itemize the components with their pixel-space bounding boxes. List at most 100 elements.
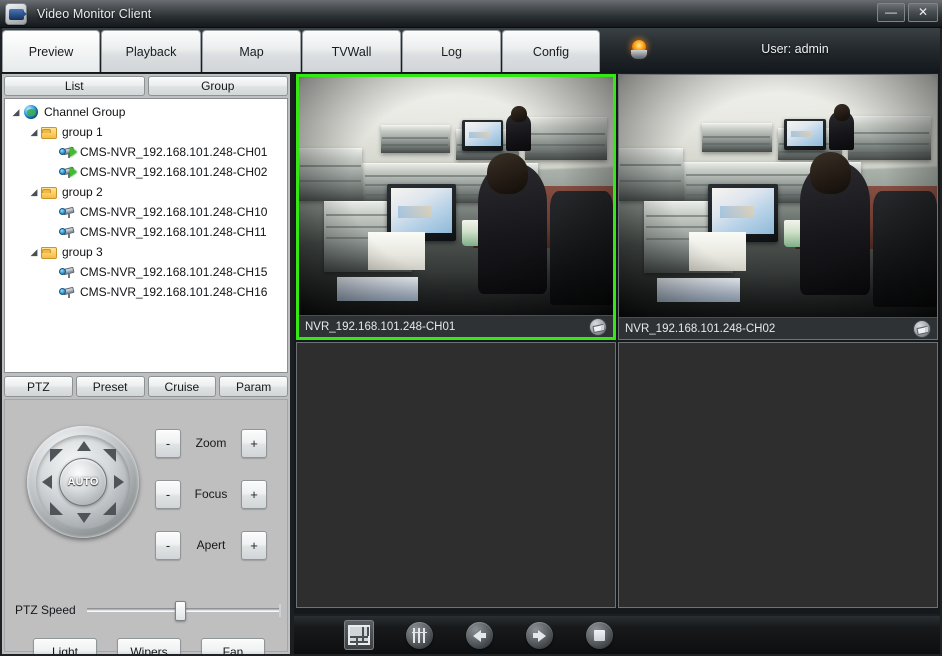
tree-node-label: group 1 xyxy=(62,125,103,139)
video-camera-icon xyxy=(5,3,27,25)
tree-channel-node[interactable]: CMS-NVR_192.168.101.248-CH02 xyxy=(5,162,287,182)
tree-channel-node[interactable]: CMS-NVR_192.168.101.248-CH15 xyxy=(5,262,287,282)
focus-label: Focus xyxy=(194,487,228,501)
tab-cruise[interactable]: Cruise xyxy=(147,376,217,397)
tab-tvwall[interactable]: TVWall xyxy=(302,30,401,72)
video-cell-4[interactable] xyxy=(618,342,938,608)
video-cell-1[interactable]: NVR_192.168.101.248-CH01 xyxy=(296,74,616,340)
tab-group[interactable]: Group xyxy=(147,76,288,96)
playback-toolbar xyxy=(294,616,940,654)
video-stream-ch02 xyxy=(619,75,937,317)
video-cell-3[interactable] xyxy=(296,342,616,608)
video-label-ch01: NVR_192.168.101.248-CH01 xyxy=(305,320,456,333)
tree-channel-node[interactable]: CMS-NVR_192.168.101.248-CH11 xyxy=(5,222,287,242)
video-label-ch02: NVR_192.168.101.248-CH02 xyxy=(625,322,776,335)
next-page-button[interactable] xyxy=(524,620,554,650)
camera-online-icon xyxy=(59,164,77,180)
left-panel: List Group ◢ Channel Group ◢ group 1 CMS-NVR… xyxy=(2,74,290,656)
zoom-minus-button[interactable]: - xyxy=(155,428,181,458)
arrow-left-icon xyxy=(465,621,493,649)
aperture-control-row: - Apert + xyxy=(155,530,267,560)
tree-root-node[interactable]: ◢ Channel Group xyxy=(5,102,287,122)
window-frame-left xyxy=(0,28,2,656)
tree-group-node[interactable]: ◢ group 2 xyxy=(5,182,287,202)
tab-list[interactable]: List xyxy=(4,76,145,96)
video-grid: NVR_192.168.101.248-CH01 NVR_192.168.101… xyxy=(294,74,940,614)
tree-group-node[interactable]: ◢ group 3 xyxy=(5,242,287,262)
list-group-tabs: List Group xyxy=(4,76,288,96)
folder-icon xyxy=(41,184,59,200)
ptz-speed-thumb[interactable] xyxy=(175,601,187,621)
close-button[interactable]: ✕ xyxy=(908,3,938,22)
focus-minus-button[interactable]: - xyxy=(155,479,181,509)
video-label-bar-ch02: NVR_192.168.101.248-CH02 xyxy=(619,317,937,339)
ptz-right-arrow-icon[interactable] xyxy=(114,475,124,489)
tree-channel-node[interactable]: CMS-NVR_192.168.101.248-CH01 xyxy=(5,142,287,162)
ptz-joystick[interactable]: AUTO xyxy=(27,426,139,538)
tab-ptz[interactable]: PTZ xyxy=(4,376,73,397)
camera-icon xyxy=(59,264,77,280)
status-lamp-icon xyxy=(630,40,648,60)
tree-group-node[interactable]: ◢ group 1 xyxy=(5,122,287,142)
expand-collapse-icon[interactable]: ◢ xyxy=(27,122,41,142)
tab-log[interactable]: Log xyxy=(402,30,501,72)
tree-channel-node[interactable]: CMS-NVR_192.168.101.248-CH16 xyxy=(5,282,287,302)
video-cell-2[interactable]: NVR_192.168.101.248-CH02 xyxy=(618,74,938,340)
video-panel-empty-3[interactable] xyxy=(296,342,616,608)
ptz-left-arrow-icon[interactable] xyxy=(42,475,52,489)
expand-collapse-icon[interactable]: ◢ xyxy=(9,102,23,122)
focus-plus-button[interactable]: + xyxy=(241,479,267,509)
video-stream-ch01 xyxy=(299,77,613,315)
minimize-icon: — xyxy=(885,5,897,19)
stop-all-button[interactable] xyxy=(584,620,614,650)
ptz-speed-slider[interactable] xyxy=(87,601,281,621)
previous-page-button[interactable] xyxy=(464,620,494,650)
layout-button[interactable] xyxy=(344,620,374,650)
tree-channel-node[interactable]: CMS-NVR_192.168.101.248-CH10 xyxy=(5,202,287,222)
grid-layout-icon xyxy=(348,625,370,647)
application-window: Video Monitor Client — ✕ Preview Playbac… xyxy=(0,0,942,656)
zoom-label: Zoom xyxy=(195,436,227,450)
tree-node-label: CMS-NVR_192.168.101.248-CH11 xyxy=(80,225,267,239)
video-panel-ch01[interactable]: NVR_192.168.101.248-CH01 xyxy=(296,74,616,340)
aperture-minus-button[interactable]: - xyxy=(155,530,181,560)
camera-online-icon xyxy=(59,144,77,160)
adjust-button[interactable] xyxy=(404,620,434,650)
zoom-plus-button[interactable]: + xyxy=(241,428,267,458)
ptz-auto-button[interactable]: AUTO xyxy=(59,458,107,506)
tab-param[interactable]: Param xyxy=(219,376,288,397)
tab-preview[interactable]: Preview xyxy=(2,30,100,72)
user-label: User: admin xyxy=(761,42,829,56)
camera-icon xyxy=(59,284,77,300)
video-panel-ch02[interactable]: NVR_192.168.101.248-CH02 xyxy=(618,74,938,340)
expand-collapse-icon[interactable]: ◢ xyxy=(27,182,41,202)
ptz-up-arrow-icon[interactable] xyxy=(77,441,91,451)
minimize-button[interactable]: — xyxy=(877,3,905,22)
aperture-plus-button[interactable]: + xyxy=(241,530,267,560)
mixer-icon xyxy=(405,621,433,649)
close-icon: ✕ xyxy=(917,5,929,19)
video-panel-empty-4[interactable] xyxy=(618,342,938,608)
tab-config[interactable]: Config xyxy=(502,30,600,72)
title-bar: Video Monitor Client — ✕ xyxy=(0,0,942,28)
tab-playback[interactable]: Playback xyxy=(101,30,201,72)
tab-preset[interactable]: Preset xyxy=(75,376,145,397)
globe-icon xyxy=(23,104,41,120)
tree-node-label: CMS-NVR_192.168.101.248-CH01 xyxy=(80,145,268,159)
channel-tree[interactable]: ◢ Channel Group ◢ group 1 CMS-NVR_192.168.10… xyxy=(4,98,288,373)
tree-node-label: CMS-NVR_192.168.101.248-CH02 xyxy=(80,165,268,179)
camera-icon[interactable] xyxy=(589,318,607,336)
tree-node-label: Channel Group xyxy=(44,105,126,119)
folder-icon xyxy=(41,124,59,140)
camera-icon[interactable] xyxy=(913,320,931,338)
ptz-speed-label: PTZ Speed xyxy=(15,603,76,617)
ptz-down-arrow-icon[interactable] xyxy=(77,513,91,523)
focus-control-row: - Focus + xyxy=(155,479,267,509)
expand-collapse-icon[interactable]: ◢ xyxy=(27,242,41,262)
ptz-control-panel: AUTO - Zoom + - Focus + - Apert + PTZ Sp… xyxy=(4,399,288,656)
arrow-right-icon xyxy=(525,621,553,649)
zoom-control-row: - Zoom + xyxy=(155,428,267,458)
aperture-label: Apert xyxy=(196,538,226,552)
tab-map[interactable]: Map xyxy=(202,30,301,72)
ptz-tab-bar: PTZ Preset Cruise Param xyxy=(4,376,288,397)
